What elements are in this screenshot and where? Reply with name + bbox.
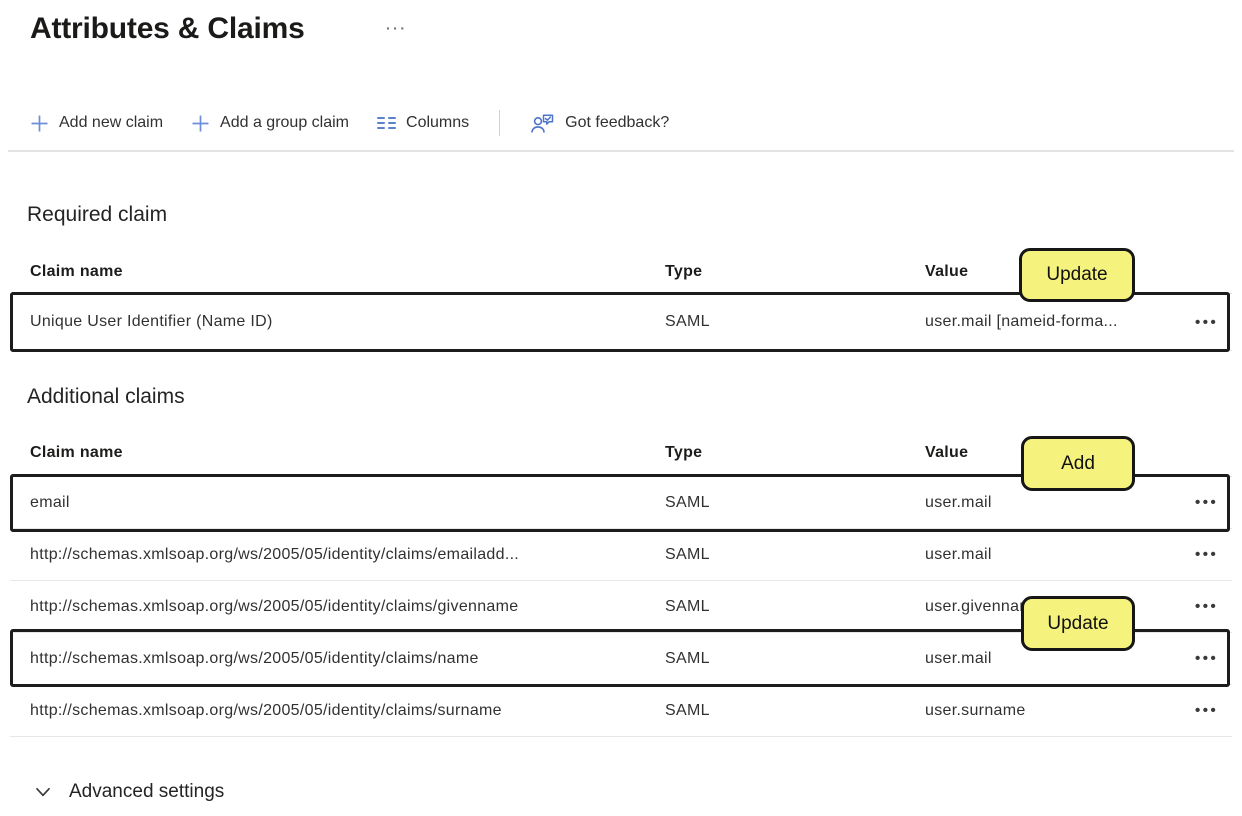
- row-menu-button[interactable]: •••: [1185, 599, 1232, 614]
- column-header-value: Value: [925, 262, 969, 280]
- feedback-person-icon: [531, 113, 554, 133]
- more-ellipsis-icon: ···: [386, 20, 408, 36]
- toolbar-separator: [8, 150, 1234, 152]
- row-menu-button[interactable]: •••: [1185, 315, 1232, 330]
- columns-label: Columns: [406, 114, 470, 131]
- claim-type-cell: SAML: [665, 313, 710, 330]
- add-group-claim-button[interactable]: Add a group claim: [191, 114, 349, 133]
- claim-value-cell: user.mail: [925, 493, 992, 511]
- columns-button[interactable]: Columns: [377, 114, 469, 132]
- add-new-claim-label: Add new claim: [59, 114, 164, 131]
- claim-value-cell: user.mail [nameid-forma...: [925, 313, 1118, 330]
- row-menu-button[interactable]: •••: [1185, 651, 1232, 666]
- ellipsis-icon: •••: [1195, 598, 1219, 615]
- claim-type-cell: SAML: [665, 649, 710, 667]
- column-header-claim-name: Claim name: [30, 262, 123, 280]
- got-feedback-label: Got feedback?: [565, 114, 670, 131]
- claim-name-cell: http://schemas.xmlsoap.org/ws/2005/05/id…: [30, 597, 519, 615]
- claim-row-name[interactable]: http://schemas.xmlsoap.org/ws/2005/05/id…: [10, 633, 1232, 685]
- toolbar-divider: [499, 110, 501, 136]
- ellipsis-icon: •••: [1195, 313, 1219, 331]
- column-header-claim-name: Claim name: [30, 444, 123, 461]
- advanced-settings-toggle[interactable]: Advanced settings: [33, 781, 224, 803]
- claim-type-cell: SAML: [665, 545, 710, 563]
- toolbar: Add new claim Add a group claim Columns …: [30, 104, 669, 142]
- claim-value-cell: user.mail: [925, 649, 992, 667]
- got-feedback-button[interactable]: Got feedback?: [530, 113, 669, 134]
- claim-row-email[interactable]: email SAML user.mail •••: [10, 477, 1232, 529]
- claim-row-nameid[interactable]: Unique User Identifier (Name ID) SAML us…: [10, 294, 1232, 351]
- plus-icon: [192, 115, 209, 131]
- claim-name-cell: http://schemas.xmlsoap.org/ws/2005/05/id…: [30, 701, 502, 719]
- claim-value-cell: user.surname: [925, 701, 1026, 719]
- claim-row-emailaddress[interactable]: http://schemas.xmlsoap.org/ws/2005/05/id…: [10, 529, 1232, 581]
- claim-type-cell: SAML: [665, 493, 710, 511]
- table-header-row: Claim name Type Value: [10, 430, 1232, 477]
- additional-claims-table: Claim name Type Value email SAML user.ma…: [10, 430, 1232, 737]
- claim-name-cell: email: [30, 493, 70, 511]
- claim-value-cell: user.mail: [925, 545, 992, 563]
- required-claims-table: Claim name Type Value Unique User Identi…: [10, 250, 1232, 351]
- columns-icon: [377, 116, 397, 130]
- row-menu-button[interactable]: •••: [1185, 547, 1232, 562]
- chevron-down-icon: [36, 787, 50, 797]
- page-title: Attributes & Claims: [30, 12, 305, 45]
- claim-value-cell: user.givenname: [925, 597, 1043, 615]
- table-header-row: Claim name Type Value: [10, 250, 1232, 294]
- claim-row-givenname[interactable]: http://schemas.xmlsoap.org/ws/2005/05/id…: [10, 581, 1232, 633]
- plus-icon: [31, 115, 48, 131]
- column-header-type: Type: [665, 262, 703, 280]
- row-menu-button[interactable]: •••: [1185, 495, 1232, 510]
- ellipsis-icon: •••: [1195, 650, 1219, 667]
- claim-name-cell: http://schemas.xmlsoap.org/ws/2005/05/id…: [30, 649, 479, 667]
- attributes-claims-page: { "page": { "title": "Attributes & Claim…: [0, 0, 1242, 816]
- required-claim-heading: Required claim: [27, 203, 168, 226]
- claim-name-cell: http://schemas.xmlsoap.org/ws/2005/05/id…: [30, 545, 520, 563]
- add-new-claim-button[interactable]: Add new claim: [30, 114, 163, 133]
- claim-type-cell: SAML: [665, 597, 710, 615]
- column-header-value: Value: [925, 444, 969, 461]
- claim-name-cell: Unique User Identifier (Name ID): [30, 313, 273, 330]
- additional-claims-heading: Additional claims: [27, 385, 185, 408]
- ellipsis-icon: •••: [1195, 494, 1219, 511]
- ellipsis-icon: •••: [1195, 702, 1219, 719]
- claim-row-surname[interactable]: http://schemas.xmlsoap.org/ws/2005/05/id…: [10, 685, 1232, 737]
- row-menu-button[interactable]: •••: [1185, 703, 1232, 718]
- column-header-type: Type: [665, 444, 703, 461]
- add-group-claim-label: Add a group claim: [220, 114, 350, 131]
- advanced-settings-label: Advanced settings: [69, 781, 225, 802]
- claim-type-cell: SAML: [665, 701, 710, 719]
- ellipsis-icon: •••: [1195, 546, 1219, 563]
